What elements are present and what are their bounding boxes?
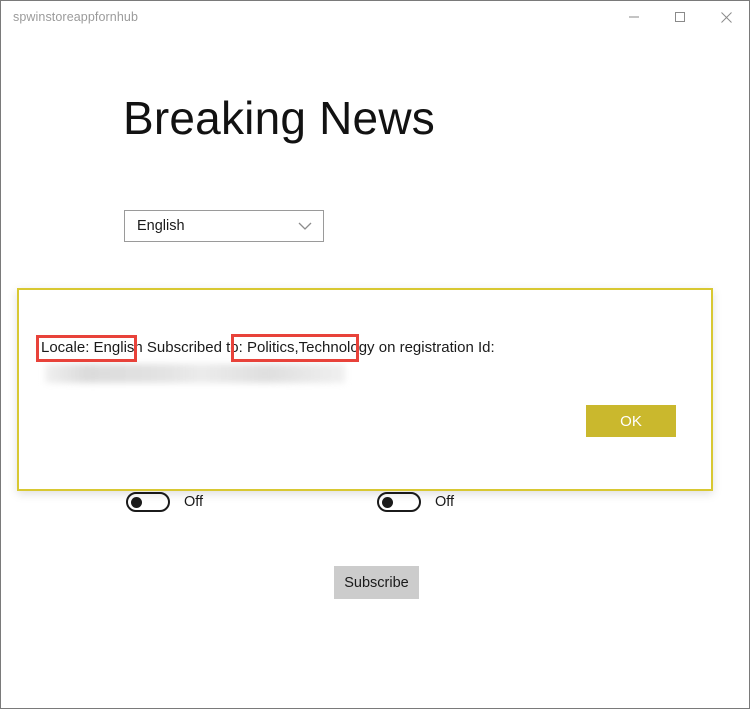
dialog-message-subscribed-label: Subscribed to: [142, 339, 247, 356]
dialog-message-topics-value: Politics,Technology [246, 339, 375, 356]
page-title: Breaking News [123, 92, 435, 144]
window-controls [611, 1, 749, 33]
close-icon [720, 11, 733, 24]
toggle-knob [131, 497, 142, 508]
close-button[interactable] [703, 1, 749, 33]
locale-dropdown-value: English [137, 218, 185, 234]
locale-dropdown[interactable]: English [124, 210, 324, 242]
app-window: spwinstoreappfornhub Breaking News Engli… [0, 0, 750, 709]
maximize-icon [674, 11, 686, 23]
minimize-icon [628, 11, 640, 23]
dialog-message-registration-label: on registration Id: [374, 339, 495, 356]
dialog-message-locale-value: English [93, 339, 143, 356]
notification-toggle-2-label: Off [435, 494, 455, 510]
dialog-message: Locale: English Subscribed to: Politics,… [41, 340, 495, 355]
maximize-button[interactable] [657, 1, 703, 33]
notification-toggle-1-label: Off [184, 494, 204, 510]
window-title: spwinstoreappfornhub [13, 10, 138, 24]
chevron-down-icon [297, 221, 313, 231]
toggle-knob [382, 497, 393, 508]
registration-id-redacted [45, 364, 345, 383]
dialog-message-locale-prefix: Locale: [41, 339, 94, 356]
confirmation-dialog: Locale: English Subscribed to: Politics,… [17, 288, 713, 491]
subscribe-button[interactable]: Subscribe [334, 566, 419, 599]
dialog-ok-button[interactable]: OK [586, 405, 676, 437]
notification-toggle-1-group: Off [126, 492, 203, 512]
minimize-button[interactable] [611, 1, 657, 33]
notification-toggle-2[interactable] [377, 492, 421, 512]
notification-toggle-2-group: Off [377, 492, 454, 512]
title-bar: spwinstoreappfornhub [1, 1, 749, 37]
notification-toggle-1[interactable] [126, 492, 170, 512]
